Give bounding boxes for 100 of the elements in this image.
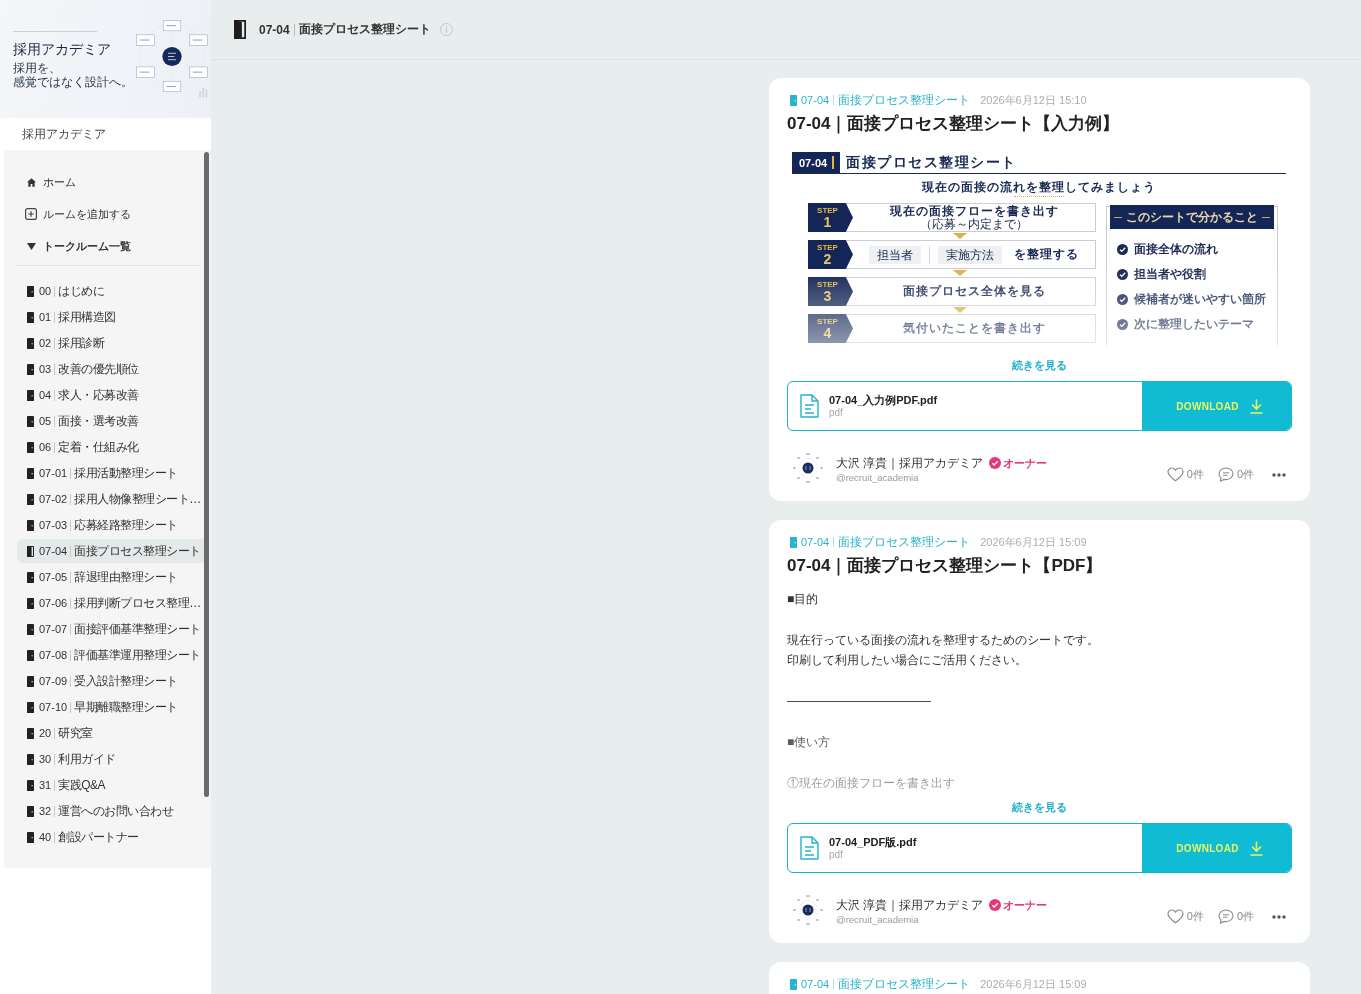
sheet-number: 07-04: [792, 152, 841, 173]
post-text: ■使い方: [787, 733, 831, 751]
room-link[interactable]: 07-01 採用活動整理シート: [17, 461, 207, 485]
step-number: 2: [823, 251, 832, 267]
role-label: オーナー: [1003, 455, 1048, 471]
door-icon: [27, 805, 34, 817]
door-icon: [27, 753, 34, 765]
step-text: 面接プロセス全体を見る: [902, 285, 1046, 298]
door-icon: [790, 978, 797, 990]
room-link[interactable]: 07-05 辞退理由整理シート: [17, 565, 207, 589]
step-label: STEP: [817, 279, 838, 289]
room-link[interactable]: 07-10 早期離職整理シート: [17, 695, 207, 719]
more-icon: [1272, 914, 1286, 919]
avatar-icon: [793, 453, 823, 483]
room-link[interactable]: 40 創設パートナー: [17, 825, 207, 849]
open-door-icon: [27, 545, 34, 557]
home-icon: [26, 177, 36, 187]
room-link[interactable]: 06 定着・仕組み化: [17, 435, 207, 459]
file-name: 07-04_PDF版.pdf: [829, 835, 917, 849]
document-icon: [800, 836, 819, 860]
door-icon: [27, 701, 34, 713]
document-icon: [800, 394, 819, 418]
step-number: 3: [823, 288, 832, 304]
field-chip: 担当者: [869, 245, 921, 264]
post-date: 2026年6月12日 15:09: [980, 976, 1087, 992]
door-icon: [27, 493, 34, 505]
door-icon: [27, 519, 34, 531]
nav-link[interactable]: ホーム: [25, 172, 76, 192]
step-label: STEP: [817, 205, 838, 215]
page-title: 07-04 面接プロセス整理シート: [259, 21, 431, 38]
comment-icon: [1217, 467, 1234, 482]
door-icon: [27, 571, 34, 583]
summary-item: 次に整理したいテーマ: [1134, 317, 1254, 331]
step-number: 1: [823, 214, 832, 230]
room-link[interactable]: 30 利用ガイド: [17, 747, 207, 771]
file-name: 07-04_入力例PDF.pdf: [829, 393, 938, 407]
room-link[interactable]: 07-02 採用人物像整理シート…: [17, 487, 207, 511]
more-button[interactable]: [1272, 472, 1286, 477]
file-type: pdf: [829, 849, 844, 861]
summary-item: 面接全体の流れ: [1134, 242, 1218, 256]
summary-item: 担当者や役割: [1134, 267, 1206, 281]
room-link[interactable]: 03 改善の優先順位: [17, 357, 207, 381]
room-link[interactable]: 04 求人・応募改善: [17, 383, 207, 407]
step-label: STEP: [817, 316, 838, 326]
more-button[interactable]: [1272, 914, 1286, 919]
author-name: 大沢 淳貴｜採用アカデミア: [836, 896, 984, 914]
banner-title: 採用アカデミア: [13, 40, 112, 58]
door-icon: [27, 831, 34, 843]
nav-link[interactable]: ルームを追加する: [25, 204, 131, 224]
step-number: 4: [823, 325, 832, 341]
room-link[interactable]: 20 研究室: [17, 721, 207, 745]
door-icon: [27, 649, 34, 661]
step-text: を整理する: [1014, 246, 1079, 263]
door-icon: [27, 727, 34, 739]
section-toggle[interactable]: トークルーム一覧: [25, 236, 131, 256]
room-link[interactable]: 02 採用診断: [17, 331, 207, 355]
door-icon: [790, 94, 797, 106]
room-link[interactable]: 01 採用構造図: [17, 305, 207, 329]
step-text: 気付いたことを書き出す: [902, 322, 1046, 335]
check-icon: [1117, 268, 1128, 280]
like-button[interactable]: 0件: [1166, 909, 1204, 924]
scrollbar[interactable]: [204, 152, 209, 797]
door-icon: [27, 337, 34, 349]
comment-button[interactable]: 0件: [1217, 467, 1254, 482]
down-arrow-icon: [953, 307, 967, 313]
room-link[interactable]: 31 実践Q&A: [17, 773, 207, 797]
down-arrow-icon: [953, 233, 967, 239]
room-link[interactable]: 07-07 面接評価基準整理シート: [17, 617, 207, 641]
comment-button[interactable]: 0件: [1217, 909, 1254, 924]
check-icon: [1117, 318, 1128, 330]
room-link[interactable]: 32 運営へのお問い合わせ: [17, 799, 207, 823]
check-icon: [1117, 243, 1128, 255]
banner-tagline: 採用を、 感覚ではなく設計へ。: [13, 61, 134, 89]
post-text: ■目的: [787, 591, 819, 608]
room-link[interactable]: 05 面接・選考改善: [17, 409, 207, 433]
door-icon: [27, 467, 34, 479]
field-chip: 実施方法: [938, 245, 1002, 264]
post-text: 現在行っている面接の流れを整理するためのシートです。 印刷して利用したい場合にご活用ください。: [787, 631, 1099, 670]
author-name: 大沢 淳貴｜採用アカデミア: [836, 454, 984, 472]
door-icon: [27, 415, 34, 427]
heart-icon: [1166, 467, 1184, 482]
room-link[interactable]: 00 はじめに: [17, 279, 207, 303]
add-icon: [25, 208, 37, 220]
room-link[interactable]: 07-03 応募経路整理シート: [17, 513, 207, 537]
post-title: 07-04｜面接プロセス整理シート【PDF】: [787, 555, 1103, 578]
post-date: 2026年6月12日 15:10: [980, 92, 1087, 108]
door-icon: [27, 441, 34, 453]
author-handle: @recruit_academia: [836, 914, 920, 926]
post-text: ①現在の面接フローを書き出す: [787, 774, 955, 792]
summary-item: 候補者が迷いやすい箇所: [1134, 292, 1266, 306]
sheet-title: 面接プロセス整理シート: [846, 153, 1017, 171]
post-title: 07-04｜面接プロセス整理シート【入力例】: [787, 113, 1120, 136]
step-label: STEP: [817, 242, 838, 252]
like-button[interactable]: 0件: [1166, 467, 1204, 482]
room-link[interactable]: 07-09 受入設計整理シート: [17, 669, 207, 693]
check-icon: [1117, 293, 1128, 305]
room-link[interactable]: 07-06 採用判断プロセス整理…: [17, 591, 207, 615]
room-link[interactable]: 07-04 面接プロセス整理シート: [17, 539, 207, 563]
room-link[interactable]: 07-08 評価基準運用整理シート: [17, 643, 207, 667]
author-handle: @recruit_academia: [836, 472, 920, 484]
